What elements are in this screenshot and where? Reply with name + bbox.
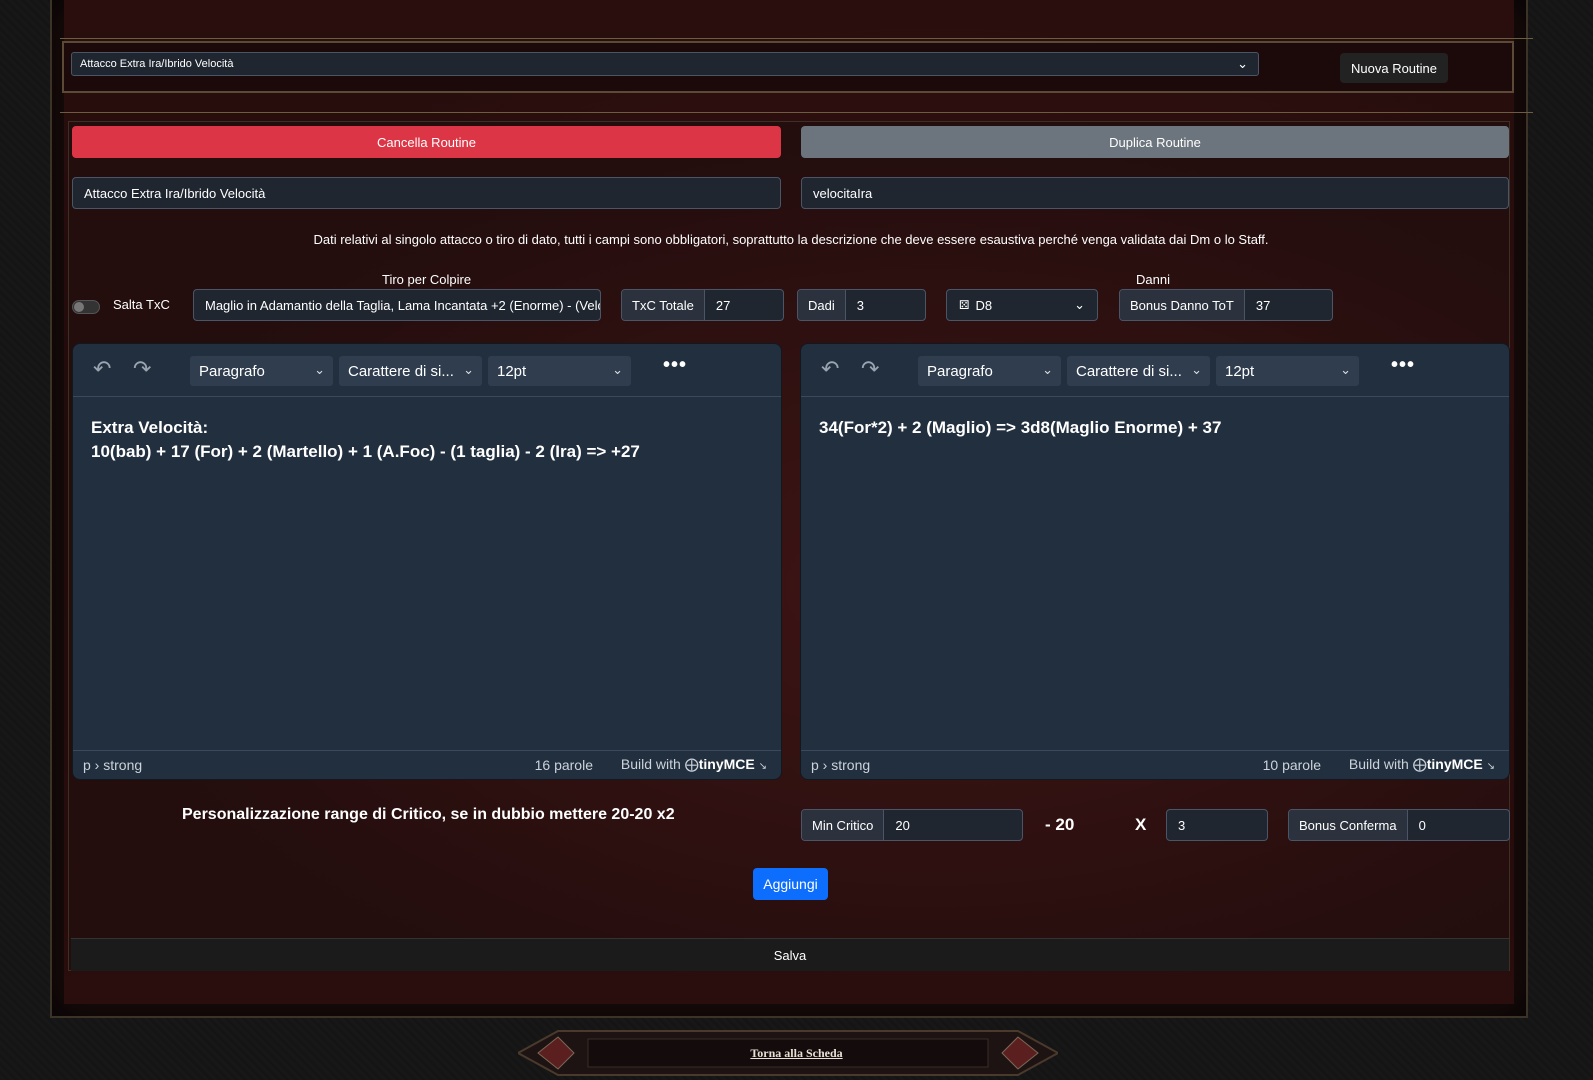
element-path[interactable]: p › strong	[811, 757, 870, 773]
txc-total-input[interactable]: 27	[705, 290, 783, 320]
chevron-down-icon: ⌄	[612, 362, 623, 377]
undo-icon[interactable]: ↶	[821, 356, 839, 382]
die-type-select[interactable]: ⚄ D8 ⌄	[946, 289, 1098, 321]
resize-handle-icon[interactable]: ↘	[1487, 761, 1495, 772]
delete-routine-button[interactable]: Cancella Routine	[72, 126, 781, 158]
routine-select-value: Attacco Extra Ira/Ibrido Velocità	[80, 58, 234, 70]
tinymce-branding[interactable]: Build with ⨁tinyMCE ↘	[1349, 756, 1495, 773]
font-family-value: Carattere di si...	[348, 362, 454, 380]
damage-bonus-label: Bonus Danno ToT	[1120, 290, 1245, 320]
editor-toolbar: ↶ ↷ Paragrafo ⌄ Carattere di si... ⌄ 12p…	[801, 344, 1509, 397]
chevron-down-icon: ⌄	[1237, 56, 1248, 71]
font-size-select[interactable]: 12pt ⌄	[1216, 356, 1359, 386]
font-family-select[interactable]: Carattere di si... ⌄	[339, 356, 482, 386]
more-icon[interactable]: •••	[663, 354, 687, 377]
damage-section-label: Danni	[1136, 272, 1170, 287]
chevron-down-icon: ⌄	[1074, 297, 1085, 312]
confirm-bonus-label: Bonus Conferma	[1289, 810, 1408, 840]
critical-range-end: - 20	[1045, 815, 1075, 834]
attack-description-editor[interactable]: ↶ ↷ Paragrafo ⌄ Carattere di si... ⌄ 12p…	[72, 343, 782, 780]
weapon-input[interactable]: Maglio in Adamantio della Taglia, Lama I…	[193, 289, 601, 321]
editor-line: 10(bab) + 17 (For) + 2 (Martello) + 1 (A…	[91, 442, 640, 461]
brand-prefix: Build with	[620, 756, 681, 772]
tinymce-branding[interactable]: Build with ⨁tinyMCE ↘	[621, 756, 767, 773]
routine-code-input[interactable]: velocitaIra	[801, 177, 1509, 209]
editor-statusbar: p › strong 10 parole Build with ⨁tinyMCE…	[801, 750, 1509, 779]
editor-line: Extra Velocità:	[91, 418, 209, 437]
font-size-select[interactable]: 12pt ⌄	[488, 356, 631, 386]
save-button[interactable]: Salva	[71, 938, 1509, 971]
divider	[60, 112, 1533, 113]
editor-content[interactable]: Extra Velocità: 10(bab) + 17 (For) + 2 (…	[91, 416, 763, 464]
block-format-value: Paragrafo	[199, 362, 265, 380]
new-routine-button[interactable]: Nuova Routine	[1340, 53, 1448, 83]
routine-select[interactable]: Attacco Extra Ira/Ibrido Velocità ⌄	[71, 52, 1259, 76]
font-family-select[interactable]: Carattere di si... ⌄	[1067, 356, 1210, 386]
skip-txc-toggle[interactable]	[72, 300, 100, 314]
font-family-value: Carattere di si...	[1076, 362, 1182, 380]
chevron-down-icon: ⌄	[1191, 362, 1202, 377]
chevron-down-icon: ⌄	[314, 362, 325, 377]
dice-icon: ⚄	[959, 298, 970, 312]
confirm-bonus-group: Bonus Conferma 0	[1288, 809, 1510, 841]
word-count[interactable]: 10 parole	[1263, 757, 1321, 773]
dice-label: Dadi	[798, 290, 846, 320]
element-path[interactable]: p › strong	[83, 757, 142, 773]
undo-icon[interactable]: ↶	[93, 356, 111, 382]
block-format-select[interactable]: Paragrafo ⌄	[918, 356, 1061, 386]
back-to-sheet-link[interactable]: Torna alla Scheda	[0, 1046, 1593, 1061]
divider	[60, 38, 1533, 39]
block-format-select[interactable]: Paragrafo ⌄	[190, 356, 333, 386]
brand-name: tinyMCE	[1426, 756, 1483, 772]
min-critical-group: Min Critico 20	[801, 809, 1023, 841]
damage-bonus-input[interactable]: 37	[1245, 290, 1332, 320]
txc-total-group: TxC Totale 27	[621, 289, 784, 321]
chevron-down-icon: ⌄	[1340, 362, 1351, 377]
editor-toolbar: ↶ ↷ Paragrafo ⌄ Carattere di si... ⌄ 12p…	[73, 344, 781, 397]
die-type-value: D8	[975, 297, 993, 313]
font-size-value: 12pt	[497, 362, 527, 380]
txc-total-label: TxC Totale	[622, 290, 705, 320]
min-critical-input[interactable]: 20	[884, 810, 1022, 840]
dice-group: Dadi 3	[797, 289, 926, 321]
tinymce-logo-icon: ⨁	[684, 756, 699, 772]
min-critical-label: Min Critico	[802, 810, 885, 840]
more-icon[interactable]: •••	[1391, 354, 1415, 377]
font-size-value: 12pt	[1225, 362, 1255, 380]
dice-input[interactable]: 3	[846, 290, 925, 320]
attack-section-label: Tiro per Colpire	[382, 272, 472, 287]
tinymce-logo-icon: ⨁	[1412, 756, 1427, 772]
redo-icon[interactable]: ↷	[133, 356, 151, 382]
block-format-value: Paragrafo	[927, 362, 993, 380]
editor-statusbar: p › strong 16 parole Build with ⨁tinyMCE…	[73, 750, 781, 779]
multiplier-symbol: X	[1135, 815, 1147, 834]
resize-handle-icon[interactable]: ↘	[759, 761, 767, 772]
info-text: Dati relativi al singolo attacco o tiro …	[313, 232, 1269, 247]
skip-txc-label: Salta TxC	[113, 297, 170, 312]
critical-description: Personalizzazione range di Critico, se i…	[182, 806, 675, 823]
brand-name: tinyMCE	[698, 756, 755, 772]
editor-content[interactable]: 34(For*2) + 2 (Maglio) => 3d8(Maglio Eno…	[819, 416, 1491, 440]
add-button[interactable]: Aggiungi	[753, 868, 828, 900]
chevron-down-icon: ⌄	[463, 362, 474, 377]
redo-icon[interactable]: ↷	[861, 356, 879, 382]
word-count[interactable]: 16 parole	[535, 757, 593, 773]
editor-line: 34(For*2) + 2 (Maglio) => 3d8(Maglio Eno…	[819, 418, 1222, 437]
critical-multiplier-input[interactable]: 3	[1166, 809, 1268, 841]
duplicate-routine-button[interactable]: Duplica Routine	[801, 126, 1509, 158]
chevron-down-icon: ⌄	[1042, 362, 1053, 377]
confirm-bonus-input[interactable]: 0	[1408, 810, 1509, 840]
brand-prefix: Build with	[1348, 756, 1409, 772]
damage-description-editor[interactable]: ↶ ↷ Paragrafo ⌄ Carattere di si... ⌄ 12p…	[800, 343, 1510, 780]
routine-name-input[interactable]: Attacco Extra Ira/Ibrido Velocità	[72, 177, 781, 209]
damage-bonus-group: Bonus Danno ToT 37	[1119, 289, 1333, 321]
